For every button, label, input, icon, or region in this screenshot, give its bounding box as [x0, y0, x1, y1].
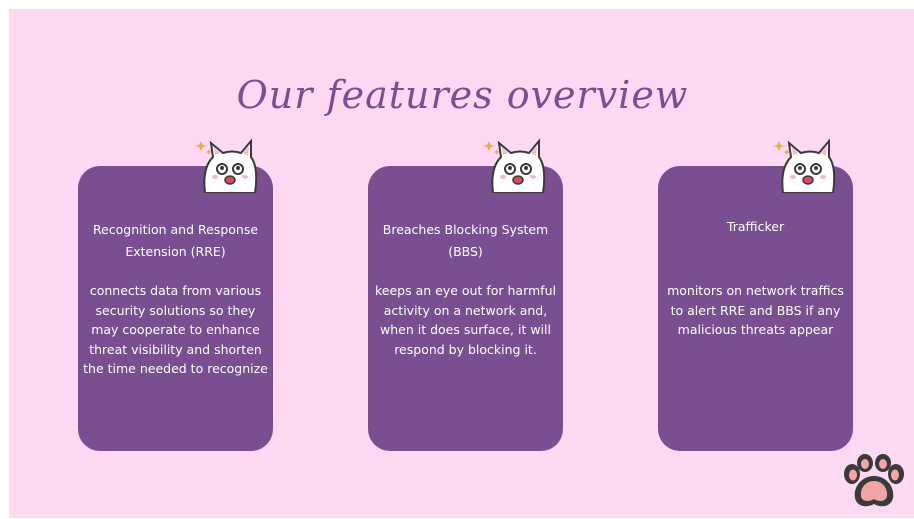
feature-description: keeps an eye out for harmful activity on…	[375, 283, 556, 357]
feature-description: connects data from various security solu…	[83, 283, 268, 376]
feature-description: monitors on network traffics to alert RR…	[667, 283, 844, 337]
feature-heading: Trafficker	[726, 219, 785, 234]
paw-icon	[844, 454, 904, 507]
cat-sticker-icon	[773, 138, 836, 193]
cat-sticker-icon	[195, 138, 258, 193]
cat-sticker-icon	[483, 138, 546, 193]
feature-card-rre: Recognition and Response Extension (RRE)…	[78, 166, 273, 451]
feature-card-bbs: Breaches Blocking System (BBS) keeps an …	[368, 166, 563, 451]
slide-title: Our features overview	[236, 73, 689, 117]
feature-heading: Recognition and Response Extension (RRE)	[92, 222, 259, 259]
feature-heading: Breaches Blocking System (BBS)	[382, 222, 549, 259]
slide: Our features overview Recognition and Re…	[9, 9, 914, 518]
feature-card-trafficker: Trafficker monitors on network traffics …	[658, 166, 853, 451]
